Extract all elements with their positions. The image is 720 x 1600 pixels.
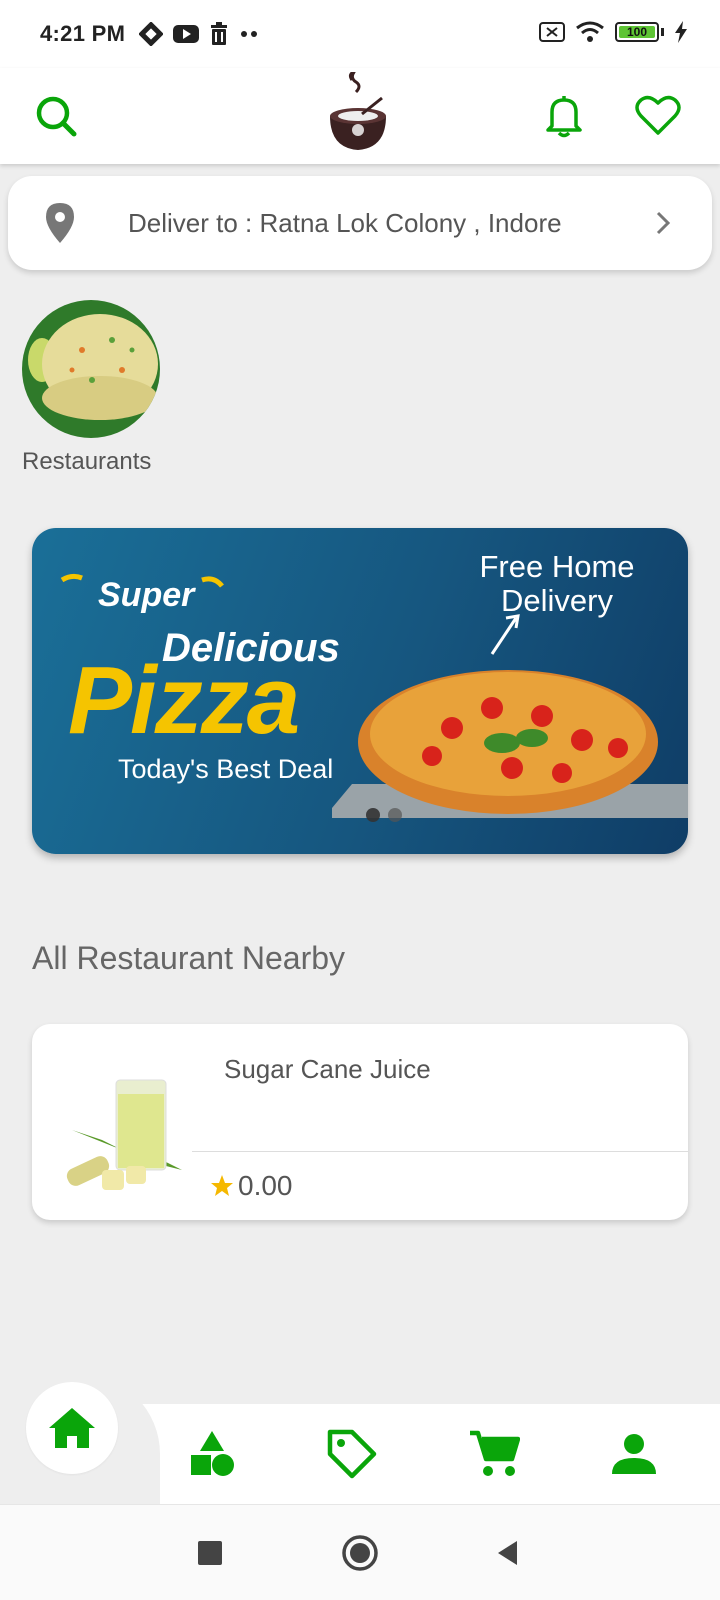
- youtube-icon: [173, 25, 200, 43]
- back-triangle-icon: [498, 1541, 517, 1565]
- banner-pagination-dots: [366, 808, 402, 822]
- nav-offers-button[interactable]: [322, 1424, 382, 1484]
- home-icon: [49, 1408, 95, 1448]
- back-button[interactable]: [488, 1533, 528, 1573]
- banner-dot-1[interactable]: [366, 808, 380, 822]
- banner-free-delivery-text: Free Home Delivery: [479, 549, 635, 618]
- cart-icon: [470, 1430, 520, 1476]
- category-label: Restaurants: [22, 448, 152, 475]
- battery-icon: 100: [615, 22, 664, 42]
- banner-dot-2[interactable]: [388, 808, 402, 822]
- recents-button[interactable]: [190, 1533, 230, 1573]
- status-left-icons: [139, 22, 261, 46]
- app-header: [0, 68, 720, 164]
- nav-cart-button[interactable]: [464, 1424, 524, 1484]
- search-button[interactable]: [26, 86, 86, 146]
- card-divider: [192, 1151, 688, 1152]
- status-right-icons: 100: [539, 20, 688, 44]
- category-restaurants[interactable]: Restaurants: [22, 300, 162, 476]
- no-sim-icon: [539, 22, 565, 42]
- categories-icon: [191, 1431, 234, 1476]
- restaurant-image: [62, 1070, 192, 1200]
- banner-deal-text: Today's Best Deal: [118, 754, 334, 784]
- battery-level: 100: [626, 25, 648, 39]
- banner-delicious-text: Delicious: [162, 626, 340, 670]
- favorites-button[interactable]: [628, 86, 688, 146]
- more-dots-icon: [241, 31, 258, 37]
- bell-icon: [546, 96, 582, 138]
- notifications-button[interactable]: [534, 86, 594, 146]
- promo-banner[interactable]: Super Pizza Delicious Today's Best Deal …: [32, 528, 688, 854]
- location-pin-icon: [46, 203, 74, 243]
- heart-icon: [635, 95, 681, 135]
- notification-icon: [139, 22, 164, 46]
- restaurant-rating: 0.00: [210, 1170, 293, 1202]
- nav-profile-button[interactable]: [604, 1424, 664, 1484]
- banner-super-text: Super: [98, 576, 195, 614]
- restaurant-name: Sugar Cane Juice: [224, 1054, 431, 1084]
- charging-icon: [675, 21, 687, 43]
- profile-icon: [612, 1434, 656, 1474]
- section-title: All Restaurant Nearby: [32, 940, 346, 976]
- status-bar: 4:21 PM 100: [0, 0, 720, 68]
- search-icon: [36, 96, 77, 137]
- trash-icon: [211, 22, 228, 45]
- status-time: 4:21 PM: [40, 21, 126, 46]
- rating-value: 0.00: [238, 1170, 293, 1201]
- delivery-address-bar[interactable]: Deliver to : Ratna Lok Colony , Indore: [8, 176, 712, 270]
- nav-home-button[interactable]: [26, 1382, 118, 1474]
- circle-icon: [342, 1535, 378, 1571]
- restaurant-card[interactable]: Sugar Cane Juice 0.00: [32, 1024, 688, 1220]
- offers-tag-icon: [327, 1429, 377, 1479]
- delivery-address-text: Deliver to : Ratna Lok Colony , Indore: [128, 207, 562, 238]
- chevron-right-icon: [656, 211, 671, 235]
- system-nav-bar: [0, 1504, 720, 1600]
- app-logo: [326, 69, 390, 152]
- nav-categories-button[interactable]: [182, 1424, 242, 1484]
- category-image: [22, 300, 160, 438]
- square-icon: [198, 1541, 222, 1565]
- star-icon: [211, 1175, 233, 1196]
- home-button[interactable]: [340, 1533, 380, 1573]
- wifi-icon: [576, 21, 604, 42]
